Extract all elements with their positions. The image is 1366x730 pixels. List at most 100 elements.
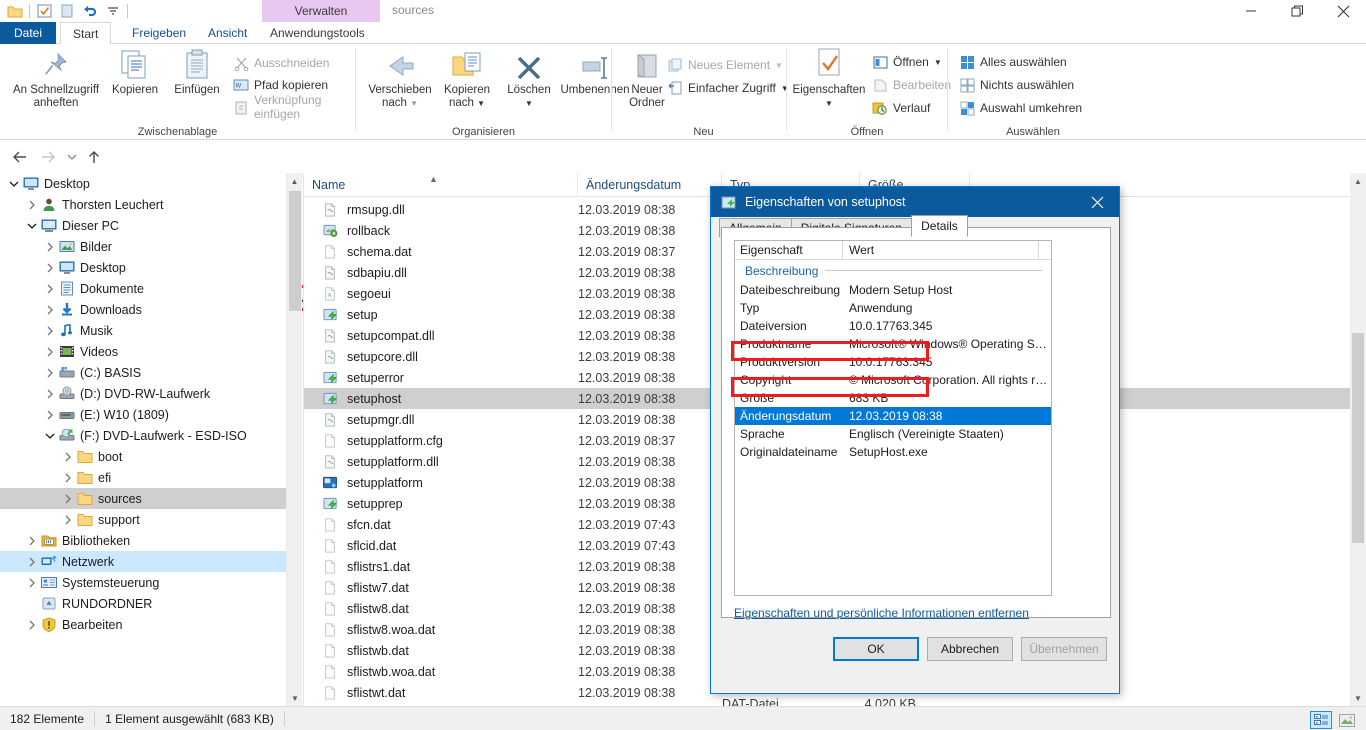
chevron-right-icon[interactable] (24, 578, 40, 588)
tree-item-desktop[interactable]: Desktop (0, 173, 286, 194)
chevron-right-icon[interactable] (42, 326, 58, 336)
chevron-down-icon[interactable]: ▼ (775, 61, 783, 70)
undo-icon[interactable] (81, 2, 99, 20)
tree-item-support[interactable]: support (0, 509, 286, 530)
chevron-right-icon[interactable] (42, 305, 58, 315)
select-none-button[interactable]: Nichts auswählen (956, 74, 1077, 96)
property-row-produktversion[interactable]: Produktversion 10.0.17763.345 (735, 353, 1051, 371)
table-row[interactable]: DAT-Datei 4.020 KB (304, 693, 1350, 707)
close-button[interactable] (1320, 0, 1366, 22)
edit-button[interactable]: Bearbeiten (869, 74, 954, 96)
chevron-right-icon[interactable] (42, 368, 58, 378)
chevron-down-icon[interactable] (24, 222, 40, 230)
property-row-dateiversion[interactable]: Dateiversion 10.0.17763.345 (735, 317, 1051, 335)
tab-anwendungstools[interactable]: Anwendungstools (258, 22, 377, 44)
property-row-dateibeschreibung[interactable]: Dateibeschreibung Modern Setup Host (735, 281, 1051, 299)
back-button[interactable] (8, 145, 32, 169)
property-row-originaldateiname[interactable]: Originaldateiname SetupHost.exe (735, 443, 1051, 461)
tree-item-e-w10-1809[interactable]: (E:) W10 (1809) (0, 404, 286, 425)
properties-button[interactable]: Eigenschaften ▼ (787, 48, 871, 110)
tab-ansicht[interactable]: Ansicht (196, 22, 259, 44)
tab-datei[interactable]: Datei (0, 22, 56, 44)
checklist-icon[interactable] (35, 2, 53, 20)
up-button[interactable] (82, 145, 106, 169)
chevron-right-icon[interactable] (42, 389, 58, 399)
new-item-button[interactable]: Neues Element ▼ (664, 54, 786, 76)
delete-button[interactable]: Löschen ▼ (500, 48, 558, 110)
tree-item-netzwerk[interactable]: Netzwerk (0, 551, 286, 572)
folder-icon[interactable] (6, 2, 24, 20)
paste-button[interactable]: Einfügen (166, 48, 228, 97)
navigation-tree[interactable]: Desktop Thorsten Leuchert Dieser PC Bilder D… (0, 173, 286, 706)
chevron-right-icon[interactable] (42, 242, 58, 252)
chevron-down-icon[interactable] (104, 2, 122, 20)
select-all-button[interactable]: Alles auswählen (956, 51, 1070, 73)
tree-item-bilder[interactable]: Bilder (0, 236, 286, 257)
forward-button[interactable] (36, 145, 60, 169)
property-row-gr-e[interactable]: Größe 683 KB (735, 389, 1051, 407)
chevron-right-icon[interactable] (24, 620, 40, 630)
paste-shortcut-button[interactable]: Verknüpfung einfügen (230, 93, 355, 121)
remove-properties-link[interactable]: Eigenschaften und persönliche Informatio… (734, 606, 1029, 620)
file-list-scrollbar[interactable]: ▲ ▼ (1350, 173, 1366, 706)
tree-item-boot[interactable]: boot (0, 446, 286, 467)
tree-item-bibliotheken[interactable]: Bibliotheken (0, 530, 286, 551)
contextual-tab-manage[interactable]: Verwalten (262, 0, 380, 22)
chevron-right-icon[interactable] (42, 347, 58, 357)
tab-start[interactable]: Start (60, 22, 112, 45)
tree-item-efi[interactable]: efi (0, 467, 286, 488)
chevron-right-icon[interactable] (60, 494, 76, 504)
chevron-down-icon[interactable] (6, 180, 22, 188)
tab-details[interactable]: Details (911, 215, 968, 237)
tree-item-d-dvd-rw-laufwerk[interactable]: (D:) DVD-RW-Laufwerk (0, 383, 286, 404)
scrollbar-thumb[interactable] (1352, 333, 1364, 543)
chevron-right-icon[interactable] (42, 284, 58, 294)
properties-dropdown-icon[interactable]: ▼ (787, 97, 871, 110)
tree-item-sources[interactable]: sources (0, 488, 286, 509)
scroll-up-icon[interactable]: ▲ (287, 173, 302, 189)
chevron-down-icon[interactable] (42, 432, 58, 440)
maximize-restore-button[interactable] (1274, 0, 1320, 22)
property-row-sprache[interactable]: Sprache Englisch (Vereinigte Staaten) (735, 425, 1051, 443)
chevron-right-icon[interactable] (60, 515, 76, 525)
tree-item-systemsteuerung[interactable]: Systemsteuerung (0, 572, 286, 593)
large-icons-view-button[interactable] (1336, 711, 1358, 729)
invert-selection-button[interactable]: Auswahl umkehren (956, 97, 1085, 119)
chevron-down-icon[interactable]: ▼ (934, 58, 942, 67)
tree-item-dieser-pc[interactable]: Dieser PC (0, 215, 286, 236)
scroll-down-icon[interactable]: ▼ (1350, 690, 1366, 706)
chevron-right-icon[interactable] (24, 557, 40, 567)
tree-item-bearbeiten[interactable]: Bearbeiten (0, 614, 286, 635)
scroll-up-icon[interactable]: ▲ (1350, 173, 1366, 189)
chevron-right-icon[interactable] (42, 410, 58, 420)
tree-item-dokumente[interactable]: Dokumente (0, 278, 286, 299)
tree-scrollbar[interactable]: ▲ ▼ (286, 173, 302, 706)
tree-item-desktop[interactable]: Desktop (0, 257, 286, 278)
chevron-right-icon[interactable] (24, 536, 40, 546)
cancel-button[interactable]: Abbrechen (927, 637, 1013, 661)
column-header-date[interactable]: Änderungsdatum (578, 173, 722, 196)
tree-item-rundordner[interactable]: RUNDORDNER (0, 593, 286, 614)
ok-button[interactable]: OK (833, 637, 919, 661)
dialog-close-button[interactable] (1075, 187, 1119, 217)
property-row-typ[interactable]: Typ Anwendung (735, 299, 1051, 317)
tree-item-c-basis[interactable]: (C:) BASIS (0, 362, 286, 383)
delete-dropdown-icon[interactable]: ▼ (500, 97, 558, 110)
history-button[interactable]: Verlauf (869, 97, 933, 119)
apply-button[interactable]: Übernehmen (1021, 637, 1107, 661)
copy-to-button[interactable]: Kopieren nach ▼ (436, 48, 498, 110)
property-row-copyright[interactable]: Copyright © Microsoft Corporation. All ri… (735, 371, 1051, 389)
cut-button[interactable]: Ausschneiden (230, 52, 332, 74)
recent-locations-button[interactable] (60, 145, 84, 169)
chevron-right-icon[interactable] (42, 263, 58, 273)
chevron-right-icon[interactable] (60, 452, 76, 462)
tree-item-f-dvd-laufwerk-esd-iso[interactable]: (F:) DVD-Laufwerk - ESD-ISO (0, 425, 286, 446)
pin-to-quick-access-button[interactable]: An Schnellzugriff anheften (8, 48, 104, 110)
scroll-down-icon[interactable]: ▼ (287, 690, 303, 706)
tree-item-downloads[interactable]: Downloads (0, 299, 286, 320)
tree-item-videos[interactable]: Videos (0, 341, 286, 362)
open-button[interactable]: Öffnen ▼ (869, 51, 945, 73)
tree-item-thorsten-leuchert[interactable]: Thorsten Leuchert (0, 194, 286, 215)
move-to-button[interactable]: Verschieben nach ▼ (364, 48, 436, 110)
tab-freigeben[interactable]: Freigeben (120, 22, 198, 44)
